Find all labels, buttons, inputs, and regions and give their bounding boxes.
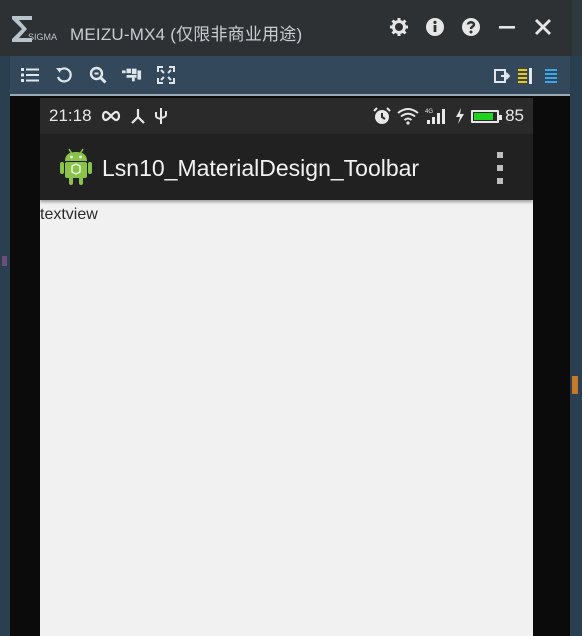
- window-titlebar[interactable]: SIGMA MEIZU-MX4 (仅限非商业用途): [0, 0, 582, 56]
- app-toolbar: Lsn10_MaterialDesign_Toolbar: [40, 134, 533, 200]
- window-title: MEIZU-MX4 (仅限非商业用途): [70, 25, 303, 44]
- status-time: 21:18: [49, 106, 92, 125]
- alarm-icon: [373, 107, 391, 124]
- activity-content: textview: [40, 200, 533, 636]
- emulator-toolbar: [10, 56, 570, 96]
- battery-icon: [471, 109, 503, 123]
- export-icon[interactable]: [492, 66, 512, 86]
- textview: textview: [40, 206, 98, 223]
- android-status-bar: 21:18 4G 85: [40, 98, 533, 134]
- svg-text:4G: 4G: [425, 109, 433, 115]
- frame-edge-right: [570, 56, 582, 636]
- zoom-icon[interactable]: [88, 65, 108, 85]
- info-icon[interactable]: [424, 16, 446, 38]
- frame-edge-left: [0, 56, 10, 636]
- help-icon[interactable]: [460, 16, 482, 38]
- svg-text:SIGMA: SIGMA: [28, 32, 57, 42]
- emulator-window: SIGMA MEIZU-MX4 (仅限非商业用途) 21:18 4G 85 Ls…: [0, 0, 582, 636]
- signal-icon: 4G: [425, 109, 446, 124]
- rotate-icon[interactable]: [54, 65, 74, 85]
- toolbar-right-group: [492, 66, 560, 86]
- list-icon[interactable]: [20, 65, 40, 85]
- wifi-icon: [397, 108, 419, 125]
- share-icon: [130, 109, 145, 124]
- app-title: Lsn10_MaterialDesign_Toolbar: [102, 155, 420, 181]
- infinity-icon: [101, 110, 120, 122]
- usb-icon: [154, 108, 167, 124]
- charging-icon: [456, 108, 465, 124]
- overflow-menu-icon[interactable]: [495, 152, 505, 184]
- sigma-logo: SIGMA: [12, 16, 57, 42]
- battery-level: 85: [505, 106, 524, 125]
- minimize-icon[interactable]: [496, 16, 518, 38]
- align-left-icon[interactable]: [516, 66, 536, 86]
- device-screen[interactable]: 21:18 4G 85 Lsn10_MaterialDesign_Toolbar…: [40, 98, 533, 636]
- align-right-icon[interactable]: [540, 66, 560, 86]
- window-controls: [388, 16, 554, 38]
- keyboard-icon[interactable]: [122, 65, 142, 85]
- close-icon[interactable]: [532, 16, 554, 38]
- fullscreen-icon[interactable]: [156, 65, 176, 85]
- gear-icon[interactable]: [388, 16, 410, 38]
- battery-fill: [474, 112, 493, 120]
- status-right-group: 4G 85: [373, 106, 524, 126]
- status-left-group: 21:18: [49, 106, 168, 126]
- toolbar-left-group: [20, 65, 176, 85]
- android-icon: [60, 148, 92, 185]
